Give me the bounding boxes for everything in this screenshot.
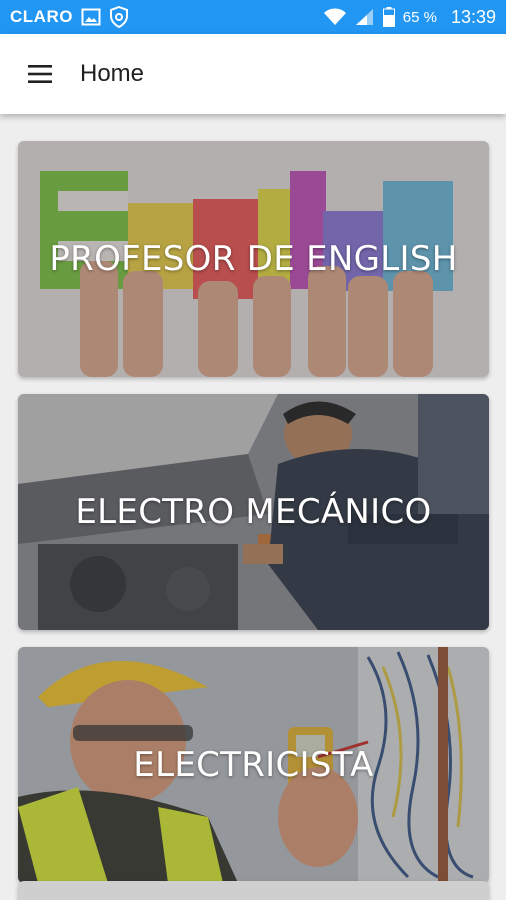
- app-toolbar: Home: [0, 34, 506, 114]
- card-title: ELECTRO MECÁNICO: [75, 492, 432, 532]
- carrier-name: CLARO: [10, 7, 73, 26]
- hamburger-menu-icon[interactable]: [20, 54, 60, 94]
- shield-icon: [109, 6, 129, 28]
- card-title: PROFESOR DE ENGLISH: [49, 239, 458, 279]
- page-title: Home: [80, 60, 145, 87]
- category-card-english[interactable]: PROFESOR DE ENGLISH: [18, 141, 489, 377]
- status-bar: CLARO 65 % 13:39: [0, 0, 506, 34]
- clock: 13:39: [450, 6, 496, 27]
- image-icon: [81, 8, 101, 26]
- battery-percentage: 65 %: [402, 8, 437, 26]
- card-title: ELECTRICISTA: [133, 745, 374, 785]
- category-card-partial[interactable]: [18, 881, 489, 900]
- wifi-icon: [323, 8, 347, 26]
- category-list: PROFESOR DE ENGLISH ELECTRO MECÁNICO ELE…: [0, 114, 506, 900]
- category-card-electro-mecanico[interactable]: ELECTRO MECÁNICO: [18, 394, 489, 630]
- category-card-electricista[interactable]: ELECTRICISTA: [18, 647, 489, 883]
- status-bar-left: CLARO: [10, 6, 129, 28]
- signal-icon: [355, 8, 375, 26]
- status-bar-right: 65 % 13:39: [323, 7, 496, 28]
- battery-icon: [382, 7, 395, 27]
